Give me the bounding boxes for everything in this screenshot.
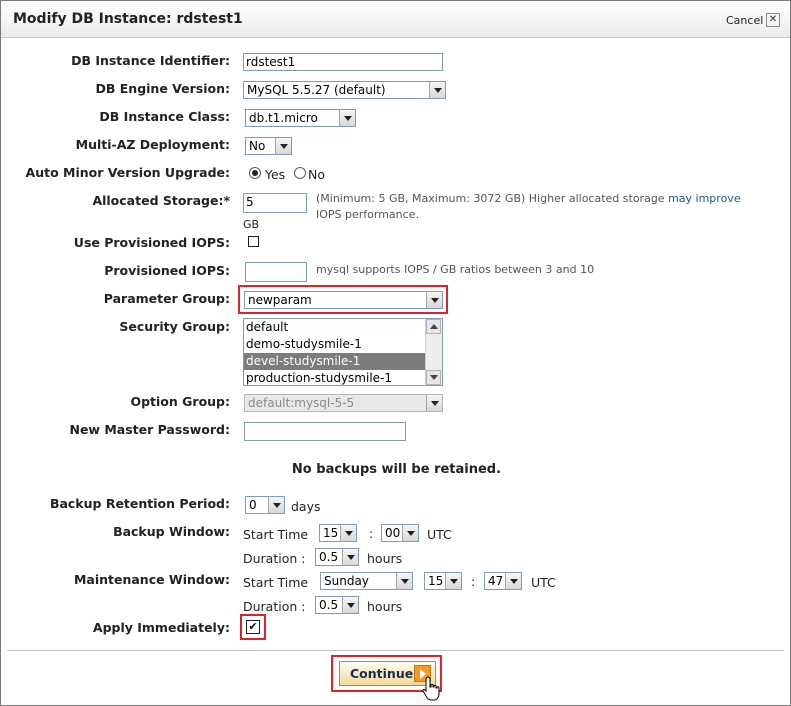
backup-duration-label: Duration : [243, 551, 306, 566]
chevron-down-icon [342, 597, 358, 613]
backup-duration-value: 0.5 [319, 550, 339, 564]
parameter-group-value: newparam [248, 293, 312, 307]
security-group-list[interactable]: default demo-studysmile-1 devel-studysmi… [243, 318, 443, 386]
option-group-value: default:mysql-5-5 [248, 396, 355, 410]
chevron-down-icon [429, 82, 445, 98]
chevron-down-icon [426, 395, 442, 411]
identifier-label: DB Instance Identifier: [71, 53, 230, 68]
backup-start-label: Start Time [243, 527, 309, 542]
may-improve-link[interactable]: may improve [668, 192, 741, 205]
chevron-down-icon [396, 573, 412, 589]
cancel-link[interactable]: Cancel [726, 14, 763, 27]
allocated-storage-label: Allocated Storage:* [92, 193, 230, 208]
auto-minor-yes-label: Yes [265, 167, 286, 182]
dialog-titlebar: Modify DB Instance: rdstest1 Cancel ✕ [1, 1, 790, 38]
hand-pointer-icon [422, 676, 440, 701]
multi-az-value: No [249, 139, 266, 153]
parameter-group-select[interactable]: newparam [244, 291, 443, 309]
chevron-down-icon [426, 292, 442, 308]
auto-minor-yes-radio[interactable] [249, 167, 261, 179]
maintenance-timezone: UTC [531, 575, 556, 590]
parameter-group-label: Parameter Group: [103, 291, 230, 306]
security-group-option[interactable]: demo-studysmile-1 [244, 336, 426, 353]
allocated-storage-hint: (Minimum: 5 GB, Maximum: 3072 GB) Higher… [316, 191, 776, 223]
maintenance-hour-value: 15 [428, 574, 444, 588]
backup-duration-select[interactable]: 0.5 [315, 548, 359, 566]
security-group-scrollbar[interactable] [425, 319, 442, 385]
backup-hour-value: 15 [323, 526, 339, 540]
allocated-storage-input[interactable]: 5 [243, 193, 307, 213]
maintenance-time-separator: : [471, 574, 476, 589]
allocated-storage-unit: GB [243, 218, 260, 231]
option-group-label: Option Group: [130, 394, 230, 409]
apply-immediately-checkbox[interactable]: ✔ [246, 620, 260, 634]
maintenance-window-label: Maintenance Window: [73, 572, 230, 587]
engine-version-select[interactable]: MySQL 5.5.27 (default) [243, 81, 446, 99]
backup-window-label: Backup Window: [113, 524, 230, 539]
chevron-down-icon [268, 497, 284, 513]
instance-class-value: db.t1.micro [249, 111, 318, 125]
identifier-input[interactable]: rdstest1 [243, 53, 443, 71]
backup-timezone: UTC [427, 527, 452, 542]
backup-minute-select[interactable]: 00 [381, 524, 419, 542]
security-group-label: Security Group: [119, 319, 230, 334]
dialog-title: Modify DB Instance: rdstest1 [13, 11, 243, 27]
auto-minor-label: Auto Minor Version Upgrade: [25, 165, 230, 180]
footer-divider [7, 650, 784, 651]
maintenance-day-value: Sunday [324, 574, 369, 588]
provisioned-iops-label: Provisioned IOPS: [104, 263, 230, 278]
provisioned-iops-input[interactable] [245, 262, 307, 282]
chevron-down-icon [445, 573, 461, 589]
engine-version-label: DB Engine Version: [95, 81, 231, 96]
chevron-down-icon [505, 573, 521, 589]
continue-label: Continue [350, 666, 414, 681]
auto-minor-no-label: No [308, 167, 325, 182]
chevron-down-icon [342, 549, 358, 565]
maintenance-start-label: Start Time [243, 575, 309, 590]
use-piops-label: Use Provisioned IOPS: [73, 235, 230, 250]
chevron-down-icon [275, 138, 291, 154]
security-group-option[interactable]: default [244, 319, 426, 336]
backup-retention-label: Backup Retention Period: [49, 496, 230, 511]
backup-duration-unit: hours [367, 551, 403, 566]
no-backups-notice: No backups will be retained. [291, 462, 502, 477]
provisioned-iops-hint: mysql supports IOPS / GB ratios between … [316, 263, 595, 276]
engine-version-value: MySQL 5.5.27 (default) [247, 83, 386, 97]
backup-time-separator: : [369, 526, 374, 541]
maintenance-duration-unit: hours [367, 599, 403, 614]
maintenance-minute-select[interactable]: 47 [484, 572, 522, 590]
apply-immediately-label: Apply Immediately: [92, 620, 230, 635]
option-group-select: default:mysql-5-5 [244, 394, 443, 412]
backup-retention-select[interactable]: 0 [245, 496, 285, 514]
chevron-down-icon [340, 525, 356, 541]
scroll-down-icon[interactable] [426, 370, 441, 385]
maintenance-duration-select[interactable]: 0.5 [315, 596, 359, 614]
allocated-storage-hint-text: (Minimum: 5 GB, Maximum: 3072 GB) Higher… [316, 192, 669, 205]
chevron-down-icon [339, 110, 355, 126]
backup-minute-value: 00 [385, 526, 401, 540]
chevron-down-icon [402, 525, 418, 541]
maintenance-hour-select[interactable]: 15 [424, 572, 462, 590]
multi-az-label: Multi-AZ Deployment: [75, 137, 230, 152]
allocated-storage-hint-text-2: IOPS performance. [316, 208, 419, 221]
instance-class-label: DB Instance Class: [99, 109, 230, 124]
backup-hour-select[interactable]: 15 [319, 524, 357, 542]
backup-retention-value: 0 [249, 498, 257, 512]
master-password-label: New Master Password: [69, 422, 230, 437]
use-piops-checkbox[interactable] [248, 236, 259, 247]
backup-retention-unit: days [291, 499, 321, 514]
maintenance-day-select[interactable]: Sunday [320, 572, 413, 590]
modify-db-instance-dialog: Modify DB Instance: rdstest1 Cancel ✕ DB… [0, 0, 791, 706]
scroll-up-icon[interactable] [426, 319, 441, 334]
maintenance-duration-label: Duration : [243, 599, 306, 614]
security-group-option-selected[interactable]: devel-studysmile-1 [244, 353, 426, 370]
multi-az-select[interactable]: No [245, 137, 292, 155]
maintenance-duration-value: 0.5 [319, 598, 339, 612]
instance-class-select[interactable]: db.t1.micro [245, 109, 356, 127]
maintenance-minute-value: 47 [488, 574, 504, 588]
security-group-option[interactable]: production-studysmile-1 [244, 370, 426, 385]
auto-minor-no-radio[interactable] [294, 167, 306, 179]
close-icon[interactable]: ✕ [766, 13, 780, 27]
master-password-input[interactable] [244, 422, 406, 441]
